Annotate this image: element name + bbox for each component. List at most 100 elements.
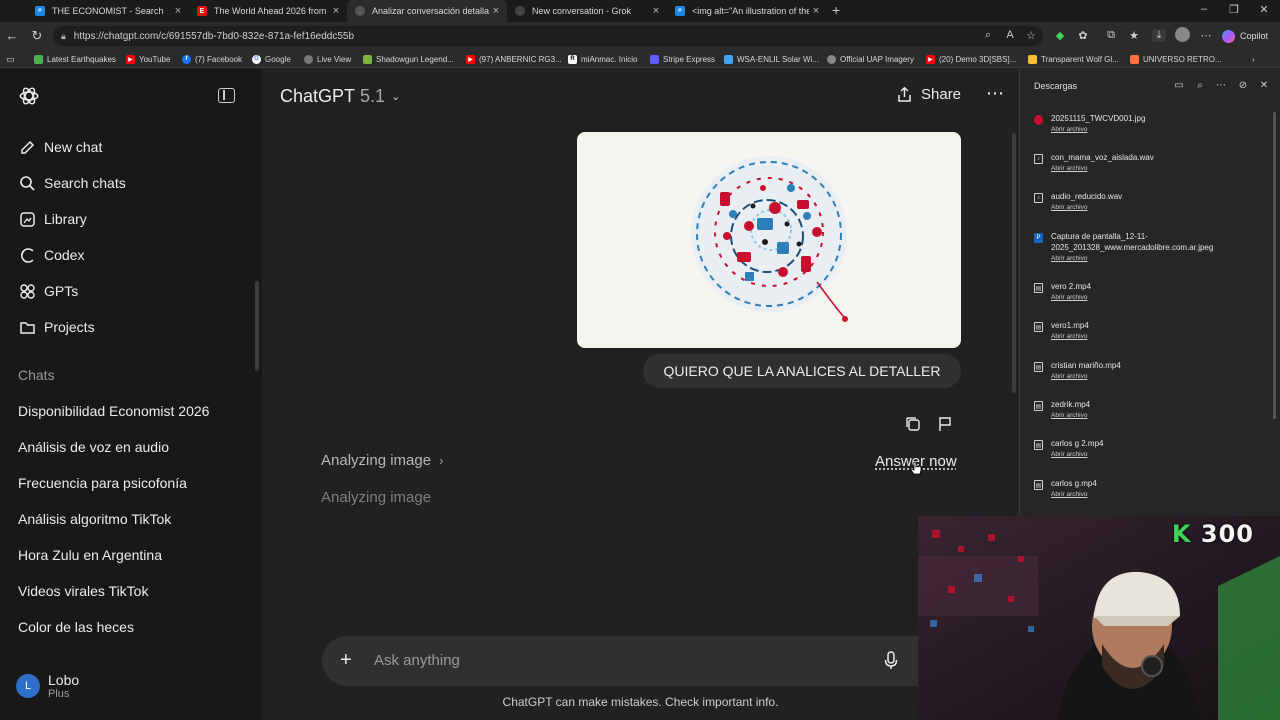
share-button[interactable]: Share <box>896 86 961 103</box>
chevron-down-icon: ⌄ <box>391 91 401 103</box>
chat-item[interactable]: Color de las heces <box>18 619 134 635</box>
tab-analizar-conversacion[interactable]: Analizar conversación detallada × <box>347 0 507 22</box>
sidebar-item-new-chat[interactable]: New chat <box>18 136 102 158</box>
model-name: ChatGPT <box>280 86 356 106</box>
back-icon[interactable]: ← <box>4 28 20 43</box>
bookmark-item[interactable]: Stripe Express <box>650 53 715 65</box>
zoom-icon[interactable]: ⌕ <box>981 29 995 42</box>
close-icon[interactable]: × <box>329 5 343 17</box>
tab-world-ahead[interactable]: E The World Ahead 2026 from The × <box>189 0 347 22</box>
open-file-link[interactable]: Abrir archivo <box>1051 294 1087 301</box>
bookmark-item[interactable]: Live View <box>304 53 351 65</box>
open-file-link[interactable]: Abrir archivo <box>1051 126 1087 133</box>
open-file-link[interactable]: Abrir archivo <box>1051 204 1087 211</box>
copy-icon[interactable] <box>904 415 922 433</box>
refresh-icon[interactable]: ↻ <box>29 28 45 44</box>
open-folder-icon[interactable]: ▭ <box>1173 80 1185 91</box>
open-file-link[interactable]: Abrir archivo <box>1051 333 1087 340</box>
bookmark-item[interactable]: ▶ (20) Demo 3D[SBS]... <box>926 53 1016 65</box>
open-file-link[interactable]: Abrir archivo <box>1051 373 1087 380</box>
open-file-link[interactable]: Abrir archivo <box>1051 412 1087 419</box>
copilot-button[interactable]: Copilot <box>1222 26 1268 46</box>
downloads-scrollbar[interactable] <box>1273 112 1276 419</box>
plus-icon[interactable]: + <box>340 649 352 672</box>
close-icon[interactable]: × <box>809 5 823 17</box>
favorite-star-icon[interactable]: ☆ <box>1024 29 1038 42</box>
more-bookmarks-icon[interactable]: › <box>1252 53 1255 65</box>
open-file-link[interactable]: Abrir archivo <box>1051 491 1087 498</box>
bookmark-item[interactable]: f (7) Facebook <box>182 53 242 65</box>
main-scrollbar[interactable] <box>1012 133 1016 393</box>
microphone-icon[interactable] <box>884 651 898 671</box>
bookmark-item[interactable]: Shadowgun Legend... <box>363 53 454 65</box>
downloads-icon[interactable]: ⤓ <box>1152 29 1166 42</box>
close-window-icon[interactable]: ✕ <box>1257 3 1271 16</box>
sidebar-toggle-icon[interactable]: ▭ <box>6 53 15 65</box>
uploaded-image[interactable] <box>577 132 961 348</box>
youtube-icon: ▶ <box>126 54 135 64</box>
restore-icon[interactable]: ❐ <box>1227 3 1241 16</box>
url-input[interactable]: 🔒︎ https://chatgpt.com/c/691557db-7bd0-8… <box>53 26 1043 46</box>
read-aloud-icon[interactable]: A <box>1003 29 1017 41</box>
user-account-button[interactable]: L Lobo Plus <box>16 672 79 700</box>
openai-logo-icon[interactable] <box>18 85 40 107</box>
minimize-icon[interactable]: – <box>1197 3 1211 15</box>
more-options-icon[interactable]: ⋯ <box>1199 29 1213 42</box>
chat-item[interactable]: Frecuencia para psicofonía <box>18 475 187 491</box>
open-file-link[interactable]: Abrir archivo <box>1051 255 1087 262</box>
pin-icon[interactable]: ⊘ <box>1237 80 1249 91</box>
chat-item[interactable]: Análisis de voz en audio <box>18 439 169 455</box>
composer[interactable]: + Ask anything <box>322 636 962 686</box>
extension-icon[interactable]: ✿ <box>1076 29 1090 42</box>
bookmark-item[interactable]: Latest Earthquakes <box>34 53 116 65</box>
browser-tab-bar: ⌕ THE ECONOMIST - Search × E The World A… <box>0 0 1280 22</box>
chat-item[interactable]: Videos virales TikTok <box>18 583 148 599</box>
flag-icon[interactable] <box>936 415 954 433</box>
sidebar-item-gpts[interactable]: GPTs <box>18 280 78 302</box>
model-selector[interactable]: ChatGPT 5.1 ⌄ <box>280 86 400 107</box>
new-tab-button[interactable]: + <box>832 2 840 18</box>
close-icon[interactable]: × <box>649 5 663 17</box>
bookmark-item[interactable]: ▶ (97) ANBERNIC RG3... <box>466 53 562 65</box>
chats-heading: Chats <box>18 367 55 383</box>
sidebar-scrollbar[interactable] <box>255 281 259 371</box>
bookmark-item[interactable]: Transparent Wolf Gl... <box>1028 53 1119 65</box>
chat-item[interactable]: Disponibilidad Economist 2026 <box>18 403 209 419</box>
more-options-icon[interactable]: ⋯ <box>1215 80 1227 91</box>
sidebar-item-search-chats[interactable]: Search chats <box>18 172 126 194</box>
sidebar-item-codex[interactable]: Codex <box>18 244 84 266</box>
chat-sidebar: New chat Search chats Library Codex GPTs… <box>0 69 262 720</box>
bookmark-item[interactable]: UNIVERSO RETRO... <box>1130 53 1222 65</box>
tab-img-alt[interactable]: ⌕ <img alt="An illustration of the w × <box>667 0 827 22</box>
tab-economist-search[interactable]: ⌕ THE ECONOMIST - Search × <box>27 0 189 22</box>
bookmark-item[interactable]: WSA-ENLIL Solar Wi... <box>724 53 819 65</box>
close-sidebar-icon[interactable] <box>218 88 235 103</box>
bookmark-item[interactable]: Official UAP Imagery <box>827 53 914 65</box>
more-options-icon[interactable]: ⋯ <box>986 83 1005 104</box>
open-file-link[interactable]: Abrir archivo <box>1051 451 1087 458</box>
chat-item[interactable]: Análisis algoritmo TikTok <box>18 511 171 527</box>
search-icon[interactable]: ⌕ <box>1194 80 1206 91</box>
tab-grok[interactable]: New conversation - Grok × <box>507 0 667 22</box>
address-bar-row: ← ↻ 🔒︎ https://chatgpt.com/c/691557db-7b… <box>0 22 1280 50</box>
bookmark-item[interactable]: ▶ YouTube <box>126 53 170 65</box>
close-icon[interactable]: ✕ <box>1258 80 1270 91</box>
site-info-icon[interactable]: 🔒︎ <box>61 31 66 42</box>
search-icon <box>18 174 36 192</box>
open-file-link[interactable]: Abrir archivo <box>1051 165 1087 172</box>
chat-item[interactable]: Hora Zulu en Argentina <box>18 547 162 563</box>
sidebar-item-library[interactable]: Library <box>18 208 87 230</box>
profile-avatar[interactable] <box>1175 27 1190 42</box>
webcam-overlay: K 300 <box>918 516 1280 720</box>
bookmark-item[interactable]: RmiAnmac. Inicio <box>568 53 637 65</box>
analyzing-toggle[interactable]: Analyzing image › <box>321 452 443 469</box>
close-icon[interactable]: × <box>489 5 503 17</box>
close-icon[interactable]: × <box>171 5 185 17</box>
bookmark-item[interactable]: G Google <box>252 53 291 65</box>
search-icon: ⌕ <box>675 6 685 16</box>
sidebar-item-projects[interactable]: Projects <box>18 316 95 338</box>
prompt-input[interactable]: Ask anything <box>374 652 460 669</box>
vpn-shield-icon[interactable]: ◆ <box>1053 29 1067 42</box>
split-screen-icon[interactable]: ⧉ <box>1104 29 1118 42</box>
favorites-icon[interactable]: ★ <box>1127 29 1141 42</box>
